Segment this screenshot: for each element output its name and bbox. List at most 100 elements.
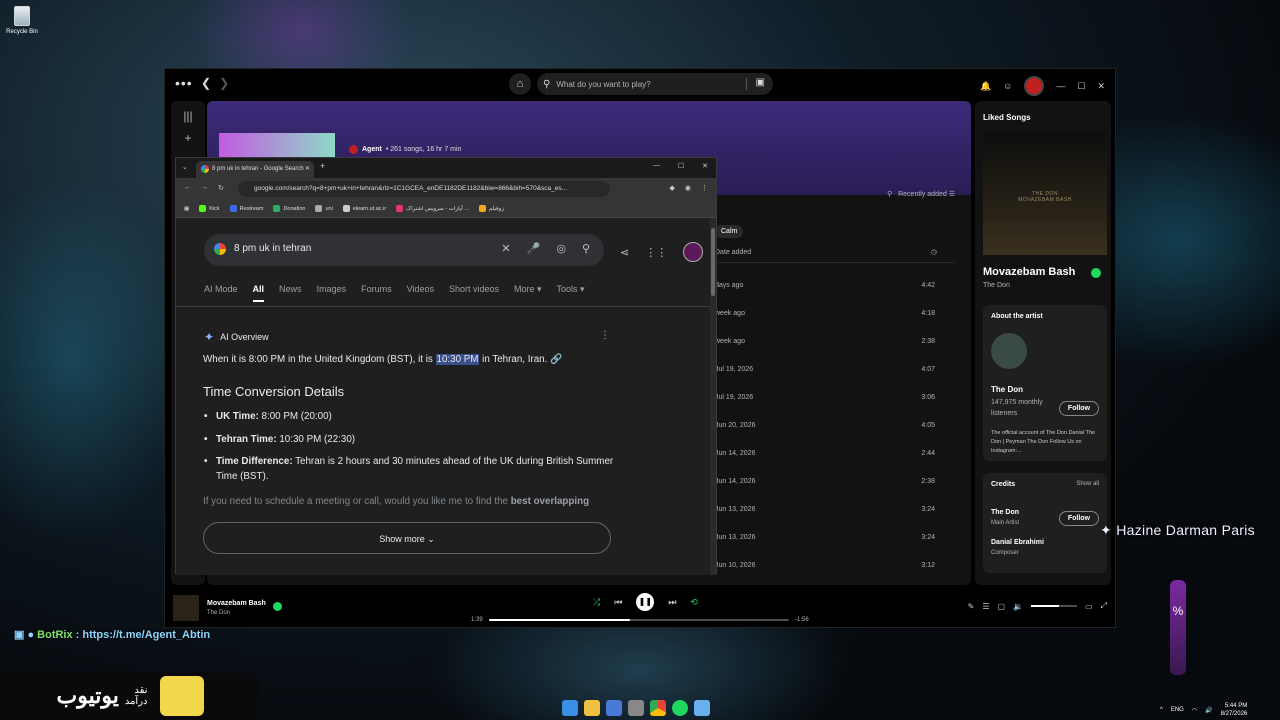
share-icon[interactable]: ⋖ (620, 246, 629, 259)
col-date-added[interactable]: Date added (715, 249, 751, 256)
bookmark-item[interactable]: آپارات - سرویس اشتراک ... (396, 205, 469, 212)
mic-icon[interactable]: 🎤 (527, 242, 541, 255)
next-icon[interactable]: ⏭ (668, 597, 676, 608)
notification-bell-icon[interactable]: 🔔 (980, 81, 991, 92)
search-playlist-icon[interactable]: ⚲ (887, 191, 892, 198)
notepad-icon[interactable] (694, 700, 710, 716)
app-icon[interactable] (628, 700, 644, 716)
about-artist-card[interactable]: About the artist The Don 147,975 monthly… (983, 305, 1107, 461)
extension-icon[interactable]: ◆ (670, 184, 675, 192)
tab-news[interactable]: News (279, 284, 302, 302)
credit-name[interactable]: The Don (991, 509, 1019, 516)
menu-icon[interactable]: ⋮ (701, 184, 708, 192)
tab-more[interactable]: More ▾ (514, 284, 542, 302)
new-tab-icon[interactable]: + (320, 161, 325, 171)
bookmark-item[interactable]: Kick (199, 205, 220, 212)
reload-icon[interactable]: ↻ (218, 184, 224, 192)
clear-icon[interactable]: ✕ (501, 242, 510, 255)
back-arrow-icon[interactable]: ❮ (201, 76, 211, 90)
user-avatar[interactable] (1024, 76, 1045, 96)
url-input[interactable]: google.com/search?q=8+pm+uk+in+tehran&rl… (238, 181, 610, 197)
apps-icon[interactable]: ▦ (184, 206, 189, 212)
artist-name[interactable]: The Don (991, 385, 1023, 394)
fullscreen-icon[interactable]: ⤢ (1101, 601, 1107, 611)
recycle-bin-shortcut[interactable]: Recycle Bin (4, 6, 40, 35)
scrollbar[interactable] (710, 218, 716, 575)
menu-dots-icon[interactable]: ••• (175, 75, 193, 91)
track-row[interactable]: week ago 4:18 (715, 310, 955, 317)
credit-name[interactable]: Danial Ebrahimi (991, 539, 1044, 546)
player-title[interactable]: Movazebam Bash (207, 600, 266, 607)
now-playing-title[interactable]: Movazebam Bash (983, 266, 1075, 278)
close-button[interactable]: ✕ (1097, 81, 1105, 92)
file-explorer-icon[interactable] (584, 700, 600, 716)
scrollbar-thumb[interactable] (711, 228, 715, 296)
bookmark-item[interactable]: زوفیلم (478, 205, 504, 212)
saved-check-icon[interactable] (1091, 268, 1101, 278)
filter-chip-calm[interactable]: Calm (715, 225, 744, 238)
repeat-icon[interactable]: ⟲ (690, 597, 698, 608)
volume-slider[interactable] (1031, 605, 1078, 607)
lens-icon[interactable]: ◎ (556, 242, 566, 255)
shuffle-icon[interactable]: ⤮ (593, 597, 600, 608)
start-icon[interactable] (562, 700, 578, 716)
miniplayer-icon[interactable]: ▭ (1085, 602, 1093, 611)
player-artist[interactable]: The Don (207, 610, 230, 616)
bookmark-item[interactable]: Donation (273, 205, 305, 212)
app-icon[interactable] (606, 700, 622, 716)
spotify-icon[interactable] (672, 700, 688, 716)
google-search-input[interactable]: 8 pm uk in tehran ✕ 🎤 ◎ ⚲ (204, 234, 604, 266)
google-apps-icon[interactable]: ⋮⋮ (645, 246, 667, 259)
track-row[interactable]: Jun 20, 2026 4:05 (715, 422, 955, 429)
search-icon[interactable]: ⚲ (582, 242, 590, 255)
queue-icon[interactable]: ☰ (982, 602, 989, 611)
track-row[interactable]: Jun 13, 2026 3:24 (715, 534, 955, 541)
close-tab-icon[interactable]: ✕ (305, 165, 310, 172)
close-button[interactable]: ✕ (702, 162, 708, 170)
pause-button[interactable]: ❚❚ (636, 593, 655, 611)
track-row[interactable]: Jun 13, 2026 3:24 (715, 506, 955, 513)
panel-title[interactable]: Liked Songs (983, 113, 1031, 122)
spotify-search-input[interactable]: ⚲ What do you want to play? ▣ (537, 73, 773, 95)
now-playing-artist[interactable]: The Don (983, 282, 1010, 289)
wifi-icon[interactable]: ◠ (1192, 707, 1197, 714)
bookmark-item[interactable]: uni (315, 205, 333, 212)
sort-dropdown[interactable]: ⚲ Recently added ☰ (887, 190, 955, 198)
minimize-button[interactable]: — (653, 162, 660, 170)
track-row[interactable]: Jun 14, 2026 2:38 (715, 478, 955, 485)
browser-tab[interactable]: 8 pm uk in tehran - Google Search ✕ (196, 161, 314, 178)
lyrics-icon[interactable]: ✎ (968, 602, 975, 611)
browse-icon[interactable]: ▣ (756, 77, 765, 88)
player-saved-icon[interactable] (273, 602, 282, 611)
link-icon[interactable]: 🔗 (550, 354, 562, 365)
create-playlist-icon[interactable]: + (181, 131, 195, 145)
forward-arrow-icon[interactable]: ❯ (219, 76, 229, 90)
library-icon[interactable]: ||| (181, 109, 195, 123)
tray-chevron-icon[interactable]: ^ (1160, 707, 1163, 713)
tab-all[interactable]: All (252, 284, 265, 302)
back-icon[interactable]: ← (184, 184, 191, 192)
minimize-button[interactable]: — (1056, 81, 1065, 91)
more-options-icon[interactable]: ⋮ (600, 330, 610, 341)
device-icon[interactable]: ▢ (998, 602, 1006, 611)
maximize-button[interactable]: ☐ (1077, 81, 1085, 92)
previous-icon[interactable]: ⏮ (614, 597, 622, 608)
progress-bar[interactable] (489, 619, 789, 621)
track-row[interactable]: Jul 19, 2026 3:06 (715, 394, 955, 401)
tab-search-icon[interactable]: ⌄ (182, 163, 188, 171)
volume-icon[interactable]: 🔉 (1013, 602, 1023, 611)
bookmark-item[interactable]: elearn.ut.ac.ir (342, 205, 386, 212)
forward-icon[interactable]: → (201, 184, 208, 192)
bookmark-item[interactable]: Restream (229, 205, 263, 212)
tab-forums[interactable]: Forums (361, 284, 392, 302)
tab-short-videos[interactable]: Short videos (449, 284, 499, 302)
chrome-icon[interactable] (650, 700, 666, 716)
maximize-button[interactable]: ☐ (678, 162, 684, 170)
track-row[interactable]: week ago 2:38 (715, 338, 955, 345)
track-row[interactable]: Jun 10, 2026 3:12 (715, 562, 955, 569)
tab-images[interactable]: Images (317, 284, 347, 302)
track-row[interactable]: Jun 14, 2026 2:44 (715, 450, 955, 457)
show-all-link[interactable]: Show all (1076, 481, 1099, 487)
follow-button[interactable]: Follow (1058, 511, 1099, 526)
volume-icon[interactable]: 🔊 (1205, 707, 1212, 714)
